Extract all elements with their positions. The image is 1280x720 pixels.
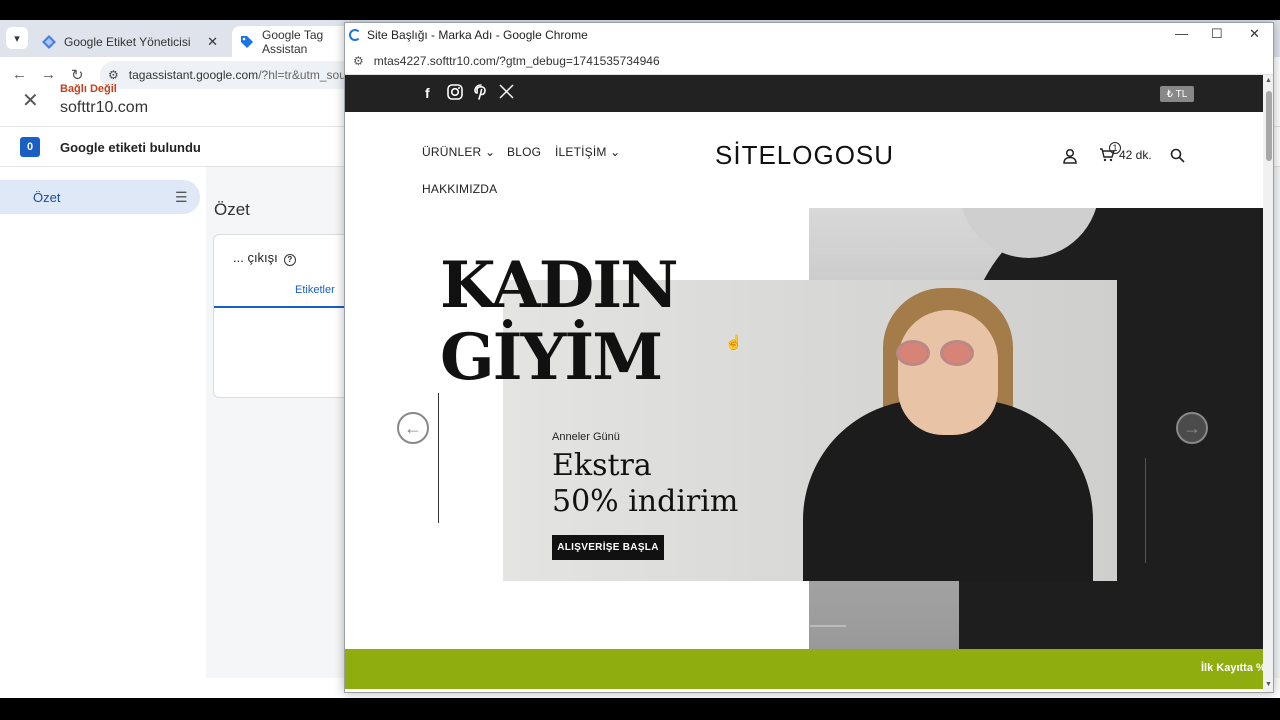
tab-tags[interactable]: Etiketler (295, 284, 335, 296)
gtm-diamond-icon (42, 34, 56, 49)
close-tab-icon[interactable]: ✕ (207, 34, 218, 50)
popup-url: mtas4227.softtr10.com/?gtm_debug=1741535… (373, 53, 660, 68)
chevron-down-icon: ⌄ (484, 145, 496, 159)
page-scrollbar[interactable]: ▲ ▼ (1263, 75, 1273, 692)
slider-dots[interactable] (810, 625, 846, 627)
hero-slider: KADIN GİYİM Anneler Günü Ekstra 50% indi… (345, 208, 1263, 649)
hero-subtitle: Anneler Günü (552, 431, 620, 443)
hero-headline-2: GİYİM (440, 320, 663, 395)
site-info-icon[interactable]: ⚙ (353, 54, 364, 68)
promo-line-2: 50% indirim (552, 484, 739, 519)
popup-address-bar[interactable]: ⚙ mtas4227.softtr10.com/?gtm_debug=17415… (345, 47, 1273, 75)
page-title: Özet (214, 200, 250, 219)
sidebar-item-summary[interactable]: Özet ☰ (0, 180, 200, 214)
window-title: Site Başlığı - Marka Adı - Google Chrome (367, 28, 588, 42)
minimize-icon[interactable]: — (1175, 26, 1188, 41)
nav-contact[interactable]: İLETİŞİM ⌄ (555, 145, 620, 159)
facebook-icon[interactable]: f (425, 85, 430, 101)
clear-list-icon[interactable]: ☰ (175, 189, 188, 206)
model-face (898, 310, 998, 435)
search-icon[interactable] (1170, 148, 1185, 168)
ta-sidebar: Özet ☰ (0, 167, 206, 678)
cart-label[interactable]: 42 dk. (1119, 148, 1152, 162)
hero-promo: Ekstra 50% indirim (552, 448, 738, 520)
nav-contact-label: İLETİŞİM (555, 145, 607, 159)
site-logo[interactable]: SİTELOGOSU (715, 140, 894, 171)
tab-tag-manager[interactable]: Google Etiket Yöneticisi ✕ (34, 26, 226, 57)
connected-domain: softtr10.com (60, 99, 149, 116)
site-topbar: f ₺ TL (345, 75, 1263, 112)
currency-selector[interactable]: ₺ TL (1160, 86, 1194, 102)
pinterest-icon[interactable] (474, 84, 488, 103)
letterbox-top (0, 0, 1280, 20)
nav-about[interactable]: HAKKIMIZDA (422, 182, 497, 196)
found-label: Google etiketi bulundu (60, 140, 201, 155)
sidebar-item-label: Özet (33, 190, 61, 205)
close-window-icon[interactable]: ✕ (1249, 26, 1260, 42)
tab-tag-assistant[interactable]: Google Tag Assistan (232, 26, 362, 57)
tab-search-button[interactable]: ▾ (6, 27, 28, 49)
shop-now-button[interactable]: ALIŞVERİŞE BAŞLA (552, 535, 664, 560)
found-count-badge: 0 (20, 137, 40, 157)
debug-popup-window: Site Başlığı - Marka Adı - Google Chrome… (344, 22, 1274, 693)
divider-line (438, 393, 439, 523)
card-title-text: ... çıkışı (233, 250, 278, 265)
card-title: ... çıkışı? (233, 250, 296, 266)
scroll-down-icon[interactable]: ▼ (1265, 681, 1272, 688)
scroll-thumb[interactable] (1266, 91, 1272, 161)
letterbox-bottom (0, 698, 1280, 720)
chevron-down-icon: ⌄ (610, 145, 621, 159)
instagram-icon[interactable] (447, 84, 463, 103)
nav-products-label: ÜRÜNLER (422, 145, 482, 159)
popup-titlebar: Site Başlığı - Marka Adı - Google Chrome… (345, 23, 1273, 47)
x-twitter-icon[interactable] (499, 84, 514, 102)
hero-headline-1: KADIN (440, 248, 679, 323)
sunglasses-lens-right (940, 340, 974, 366)
nav-products[interactable]: ÜRÜNLER ⌄ (422, 145, 495, 159)
announcement-text: İlk Kayıtta % (1201, 662, 1263, 674)
maximize-icon[interactable]: ☐ (1211, 26, 1223, 42)
slider-prev-arrow[interactable]: ← (397, 412, 429, 444)
divider-line (1145, 458, 1146, 563)
sunglasses-lens-left (896, 340, 930, 366)
website-viewport: f ₺ TL ÜRÜNLER ⌄ BLOG İLETİŞİM ⌄ HAKKIMI… (345, 75, 1263, 692)
slider-next-arrow[interactable]: → (1176, 412, 1208, 444)
tag-icon (240, 35, 254, 49)
hand-cursor-icon: ☝ (725, 334, 743, 350)
announcement-bar: İlk Kayıtta % (345, 649, 1263, 689)
scroll-up-icon[interactable]: ▲ (1265, 77, 1272, 84)
loading-icon (349, 29, 361, 41)
promo-line-1: Ekstra (552, 448, 652, 483)
connection-status: Bağlı Değil (60, 83, 117, 95)
close-icon[interactable]: ✕ (22, 88, 39, 113)
user-icon[interactable] (1062, 148, 1078, 169)
help-icon[interactable]: ? (283, 254, 296, 266)
tab-label: Google Etiket Yöneticisi (64, 34, 191, 49)
nav-blog[interactable]: BLOG (507, 145, 541, 159)
